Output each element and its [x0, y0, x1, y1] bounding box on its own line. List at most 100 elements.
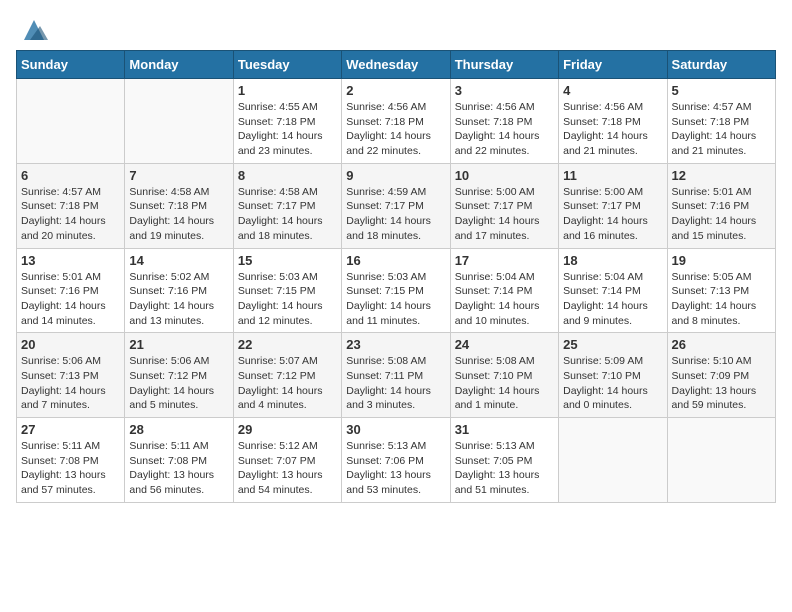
day-detail: Sunrise: 5:10 AM Sunset: 7:09 PM Dayligh…: [672, 354, 771, 413]
day-detail: Sunrise: 4:55 AM Sunset: 7:18 PM Dayligh…: [238, 100, 337, 159]
day-number: 24: [455, 337, 554, 352]
day-number: 4: [563, 83, 662, 98]
day-detail: Sunrise: 5:01 AM Sunset: 7:16 PM Dayligh…: [672, 185, 771, 244]
week-row-3: 13 Sunrise: 5:01 AM Sunset: 7:16 PM Dayli…: [17, 248, 776, 333]
day-number: 5: [672, 83, 771, 98]
day-detail: Sunrise: 4:57 AM Sunset: 7:18 PM Dayligh…: [21, 185, 120, 244]
day-detail: Sunrise: 5:13 AM Sunset: 7:05 PM Dayligh…: [455, 439, 554, 498]
calendar-cell: 9 Sunrise: 4:59 AM Sunset: 7:17 PM Daylig…: [342, 163, 450, 248]
day-number: 1: [238, 83, 337, 98]
calendar-cell: 15 Sunrise: 5:03 AM Sunset: 7:15 PM Dayli…: [233, 248, 341, 333]
week-row-5: 27 Sunrise: 5:11 AM Sunset: 7:08 PM Dayli…: [17, 418, 776, 503]
day-detail: Sunrise: 5:06 AM Sunset: 7:13 PM Dayligh…: [21, 354, 120, 413]
day-header-monday: Monday: [125, 51, 233, 79]
day-detail: Sunrise: 5:12 AM Sunset: 7:07 PM Dayligh…: [238, 439, 337, 498]
calendar-cell: 7 Sunrise: 4:58 AM Sunset: 7:18 PM Daylig…: [125, 163, 233, 248]
day-number: 22: [238, 337, 337, 352]
day-header-thursday: Thursday: [450, 51, 558, 79]
day-detail: Sunrise: 5:03 AM Sunset: 7:15 PM Dayligh…: [346, 270, 445, 329]
day-number: 6: [21, 168, 120, 183]
calendar-cell: 18 Sunrise: 5:04 AM Sunset: 7:14 PM Dayli…: [559, 248, 667, 333]
day-header-sunday: Sunday: [17, 51, 125, 79]
calendar-cell: 22 Sunrise: 5:07 AM Sunset: 7:12 PM Dayli…: [233, 333, 341, 418]
day-number: 19: [672, 253, 771, 268]
calendar-cell: 1 Sunrise: 4:55 AM Sunset: 7:18 PM Daylig…: [233, 79, 341, 164]
day-detail: Sunrise: 5:03 AM Sunset: 7:15 PM Dayligh…: [238, 270, 337, 329]
day-detail: Sunrise: 4:59 AM Sunset: 7:17 PM Dayligh…: [346, 185, 445, 244]
day-detail: Sunrise: 5:05 AM Sunset: 7:13 PM Dayligh…: [672, 270, 771, 329]
week-row-1: 1 Sunrise: 4:55 AM Sunset: 7:18 PM Daylig…: [17, 79, 776, 164]
day-detail: Sunrise: 5:01 AM Sunset: 7:16 PM Dayligh…: [21, 270, 120, 329]
calendar-cell: 29 Sunrise: 5:12 AM Sunset: 7:07 PM Dayli…: [233, 418, 341, 503]
day-detail: Sunrise: 5:06 AM Sunset: 7:12 PM Dayligh…: [129, 354, 228, 413]
day-detail: Sunrise: 4:58 AM Sunset: 7:18 PM Dayligh…: [129, 185, 228, 244]
calendar-cell: [559, 418, 667, 503]
day-detail: Sunrise: 5:13 AM Sunset: 7:06 PM Dayligh…: [346, 439, 445, 498]
day-header-tuesday: Tuesday: [233, 51, 341, 79]
calendar-header: SundayMondayTuesdayWednesdayThursdayFrid…: [17, 51, 776, 79]
day-number: 29: [238, 422, 337, 437]
calendar-cell: 27 Sunrise: 5:11 AM Sunset: 7:08 PM Dayli…: [17, 418, 125, 503]
calendar-cell: 19 Sunrise: 5:05 AM Sunset: 7:13 PM Dayli…: [667, 248, 775, 333]
day-number: 16: [346, 253, 445, 268]
calendar-cell: 2 Sunrise: 4:56 AM Sunset: 7:18 PM Daylig…: [342, 79, 450, 164]
day-detail: Sunrise: 5:08 AM Sunset: 7:10 PM Dayligh…: [455, 354, 554, 413]
day-number: 27: [21, 422, 120, 437]
calendar-cell: [667, 418, 775, 503]
day-detail: Sunrise: 5:11 AM Sunset: 7:08 PM Dayligh…: [21, 439, 120, 498]
day-number: 31: [455, 422, 554, 437]
day-detail: Sunrise: 5:04 AM Sunset: 7:14 PM Dayligh…: [563, 270, 662, 329]
day-detail: Sunrise: 5:00 AM Sunset: 7:17 PM Dayligh…: [563, 185, 662, 244]
day-number: 7: [129, 168, 228, 183]
day-number: 13: [21, 253, 120, 268]
day-number: 2: [346, 83, 445, 98]
day-header-saturday: Saturday: [667, 51, 775, 79]
day-number: 12: [672, 168, 771, 183]
page-header: [16, 16, 776, 40]
calendar-cell: 5Sunrise: 4:57 AM Sunset: 7:18 PM Daylig…: [667, 79, 775, 164]
calendar-cell: 12 Sunrise: 5:01 AM Sunset: 7:16 PM Dayli…: [667, 163, 775, 248]
day-detail: Sunrise: 5:07 AM Sunset: 7:12 PM Dayligh…: [238, 354, 337, 413]
logo-icon: [20, 16, 48, 44]
day-number: 18: [563, 253, 662, 268]
day-number: 20: [21, 337, 120, 352]
day-number: 10: [455, 168, 554, 183]
day-number: 26: [672, 337, 771, 352]
day-detail: Sunrise: 4:58 AM Sunset: 7:17 PM Dayligh…: [238, 185, 337, 244]
calendar-cell: 8Sunrise: 4:58 AM Sunset: 7:17 PM Daylig…: [233, 163, 341, 248]
day-number: 28: [129, 422, 228, 437]
calendar-cell: 25Sunrise: 5:09 AM Sunset: 7:10 PM Dayli…: [559, 333, 667, 418]
calendar-cell: [17, 79, 125, 164]
calendar-cell: 20 Sunrise: 5:06 AM Sunset: 7:13 PM Dayli…: [17, 333, 125, 418]
day-number: 30: [346, 422, 445, 437]
week-row-2: 6 Sunrise: 4:57 AM Sunset: 7:18 PM Daylig…: [17, 163, 776, 248]
calendar-body: 1 Sunrise: 4:55 AM Sunset: 7:18 PM Daylig…: [17, 79, 776, 503]
calendar-cell: 28 Sunrise: 5:11 AM Sunset: 7:08 PM Dayli…: [125, 418, 233, 503]
day-detail: Sunrise: 5:08 AM Sunset: 7:11 PM Dayligh…: [346, 354, 445, 413]
day-number: 15: [238, 253, 337, 268]
logo: [16, 16, 48, 40]
calendar-cell: 14Sunrise: 5:02 AM Sunset: 7:16 PM Dayli…: [125, 248, 233, 333]
day-number: 23: [346, 337, 445, 352]
day-header-wednesday: Wednesday: [342, 51, 450, 79]
day-number: 17: [455, 253, 554, 268]
calendar-cell: 23 Sunrise: 5:08 AM Sunset: 7:11 PM Dayli…: [342, 333, 450, 418]
week-row-4: 20 Sunrise: 5:06 AM Sunset: 7:13 PM Dayli…: [17, 333, 776, 418]
day-detail: Sunrise: 4:56 AM Sunset: 7:18 PM Dayligh…: [346, 100, 445, 159]
header-row: SundayMondayTuesdayWednesdayThursdayFrid…: [17, 51, 776, 79]
day-detail: Sunrise: 5:11 AM Sunset: 7:08 PM Dayligh…: [129, 439, 228, 498]
calendar-cell: 3Sunrise: 4:56 AM Sunset: 7:18 PM Daylig…: [450, 79, 558, 164]
calendar-cell: 17Sunrise: 5:04 AM Sunset: 7:14 PM Dayli…: [450, 248, 558, 333]
calendar-cell: 16 Sunrise: 5:03 AM Sunset: 7:15 PM Dayli…: [342, 248, 450, 333]
day-number: 14: [129, 253, 228, 268]
calendar-cell: 10 Sunrise: 5:00 AM Sunset: 7:17 PM Dayli…: [450, 163, 558, 248]
calendar-cell: 24 Sunrise: 5:08 AM Sunset: 7:10 PM Dayli…: [450, 333, 558, 418]
calendar-cell: [125, 79, 233, 164]
day-number: 9: [346, 168, 445, 183]
calendar-cell: 26 Sunrise: 5:10 AM Sunset: 7:09 PM Dayli…: [667, 333, 775, 418]
day-detail: Sunrise: 5:00 AM Sunset: 7:17 PM Dayligh…: [455, 185, 554, 244]
day-header-friday: Friday: [559, 51, 667, 79]
day-number: 25: [563, 337, 662, 352]
day-detail: Sunrise: 4:56 AM Sunset: 7:18 PM Dayligh…: [563, 100, 662, 159]
calendar-cell: 21Sunrise: 5:06 AM Sunset: 7:12 PM Dayli…: [125, 333, 233, 418]
